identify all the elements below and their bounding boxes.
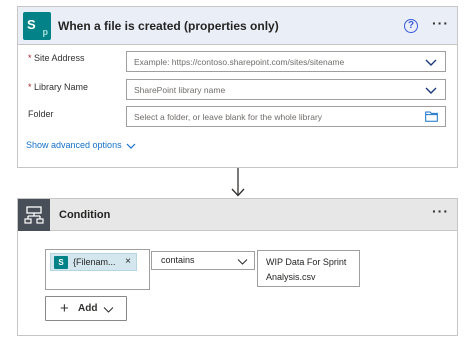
site-address-label: * Site Address (28, 53, 85, 63)
add-button[interactable]: + Add (45, 296, 127, 321)
dynamic-content-token[interactable]: S {Filenam... × (50, 253, 137, 271)
chevron-down-icon (126, 143, 136, 149)
condition-title: Condition (59, 209, 111, 221)
library-name-placeholder: SharePoint library name (134, 85, 226, 95)
flow-designer-canvas: Sp When a file is created (properties on… (0, 0, 474, 338)
condition-right-operand[interactable]: WIP Data For Sprint Analysis.csv (257, 250, 360, 287)
folder-label: Folder (28, 109, 54, 119)
trigger-card-header[interactable]: Sp When a file is created (properties on… (18, 7, 457, 45)
folder-icon[interactable] (425, 111, 438, 122)
trigger-card: Sp When a file is created (properties on… (17, 6, 458, 168)
condition-left-operand[interactable]: S {Filenam... × (45, 249, 150, 290)
site-address-row: * Site Address Example: https://contoso.… (18, 50, 457, 72)
more-options-icon[interactable]: ··· (432, 204, 449, 218)
site-address-placeholder: Example: https://contoso.sharepoint.com/… (134, 57, 345, 67)
folder-row: Folder Select a folder, or leave blank f… (18, 106, 457, 128)
chevron-down-icon (237, 259, 248, 265)
library-name-label: * Library Name (28, 82, 89, 92)
condition-icon (18, 199, 50, 231)
sharepoint-icon: S (54, 256, 68, 269)
library-name-row: * Library Name SharePoint library name (18, 79, 457, 101)
remove-token-icon[interactable]: × (122, 256, 134, 267)
trigger-title: When a file is created (properties only) (58, 19, 279, 33)
folder-input[interactable]: Select a folder, or leave blank for the … (126, 106, 446, 127)
help-icon[interactable]: ? (404, 19, 418, 33)
folder-placeholder: Select a folder, or leave blank for the … (134, 112, 323, 122)
condition-card: Condition ··· S {Filenam... × contains W… (17, 198, 458, 336)
arrow-down-icon (231, 168, 245, 197)
sharepoint-icon: Sp (23, 12, 51, 40)
operator-dropdown[interactable]: contains (151, 251, 255, 270)
chevron-down-icon (103, 307, 114, 313)
condition-card-header[interactable]: Condition ··· (18, 199, 457, 231)
plus-icon: + (60, 300, 69, 317)
chevron-down-icon (425, 59, 437, 66)
add-label: Add (78, 303, 98, 314)
site-address-dropdown[interactable]: Example: https://contoso.sharepoint.com/… (126, 51, 446, 72)
more-options-icon[interactable]: ··· (432, 16, 450, 31)
token-label: {Filenam... (73, 257, 116, 267)
operator-value: contains (161, 255, 195, 265)
chevron-down-icon (425, 87, 437, 94)
library-name-dropdown[interactable]: SharePoint library name (126, 79, 446, 100)
show-advanced-options-link[interactable]: Show advanced options (26, 140, 136, 150)
